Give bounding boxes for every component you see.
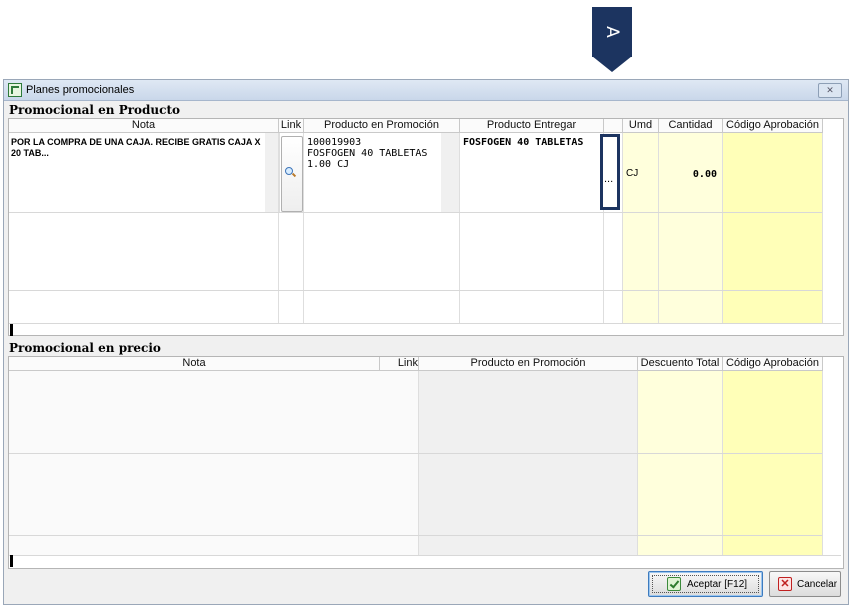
- cantidad-column: [659, 133, 723, 323]
- row-divider: [9, 453, 822, 454]
- title-bar: Planes promocionales ✕: [4, 80, 848, 101]
- row-producto-promocion: 100019903 FOSFOGEN 40 TABLETAS 1.00 CJ: [307, 137, 428, 170]
- price-header-nota[interactable]: Nota: [9, 357, 380, 371]
- header-cantidad[interactable]: Cantidad: [659, 119, 723, 133]
- price-header-producto-promocion[interactable]: Producto en Promoción: [419, 357, 638, 371]
- row-nota: POR LA COMPRA DE UNA CAJA. RECIBE GRATIS…: [11, 137, 261, 158]
- header-umd[interactable]: Umd: [623, 119, 659, 133]
- product-promo-grid: Nota Link Producto en Promoción Producto…: [8, 118, 844, 336]
- row-divider: [9, 555, 841, 556]
- magnifier-icon: [285, 167, 293, 175]
- row-producto-entregar: FOSFOGEN 40 TABLETAS: [463, 137, 584, 148]
- price-header-link[interactable]: Link: [380, 357, 419, 371]
- row-cursor: [10, 555, 13, 567]
- header-codigo-aprobacion[interactable]: Código Aprobación: [723, 119, 823, 133]
- section-title-producto: Promocional en Producto: [9, 103, 181, 117]
- row-cursor: [10, 324, 13, 336]
- cancel-button[interactable]: ✕ Cancelar: [769, 571, 841, 597]
- window-title: Planes promocionales: [26, 84, 135, 96]
- price-promo-grid: Nota Link Producto en Promoción Descuent…: [8, 356, 844, 569]
- price-header-codigo-aprobacion[interactable]: Código Aprobación: [723, 357, 823, 371]
- row-divider: [9, 323, 841, 324]
- row-umd[interactable]: CJ: [626, 168, 638, 179]
- price-codigo-column: [723, 371, 823, 555]
- row-divider: [9, 535, 822, 536]
- close-button[interactable]: ✕: [818, 83, 842, 98]
- row-divider: [9, 290, 822, 291]
- col-sep-entregar: [460, 133, 604, 323]
- cancel-label: Cancelar: [797, 579, 838, 590]
- price-promo-column: [419, 371, 638, 555]
- header-producto-promocion[interactable]: Producto en Promoción: [304, 119, 460, 133]
- umd-column: [623, 133, 659, 323]
- accept-button[interactable]: Aceptar [F12]: [648, 571, 763, 597]
- price-header-descuento-total[interactable]: Descuento Total: [638, 357, 723, 371]
- row-cantidad[interactable]: 0.00: [661, 169, 717, 180]
- descuento-total-column: [638, 371, 723, 555]
- link-button[interactable]: [281, 136, 303, 212]
- callout-arrow-icon: [592, 56, 632, 72]
- accept-label: Aceptar [F12]: [687, 579, 748, 590]
- close-x-icon: ✕: [778, 577, 792, 591]
- check-icon: [667, 577, 681, 591]
- codigo-aprobacion-column: [723, 133, 823, 323]
- app-icon: [8, 83, 22, 97]
- col-sep-nota: [9, 133, 279, 323]
- section-title-precio: Promocional en precio: [9, 341, 161, 355]
- header-link[interactable]: Link: [279, 119, 304, 133]
- price-nota-column: [9, 371, 419, 555]
- header-nota[interactable]: Nota: [9, 119, 279, 133]
- ellipsis-label: ...: [604, 173, 614, 185]
- producto-entregar-selector-button[interactable]: ...: [600, 134, 620, 210]
- row-divider: [9, 212, 822, 213]
- header-producto-entregar[interactable]: Producto Entregar: [460, 119, 604, 133]
- header-selector[interactable]: [604, 119, 623, 133]
- callout-label: A: [602, 26, 622, 38]
